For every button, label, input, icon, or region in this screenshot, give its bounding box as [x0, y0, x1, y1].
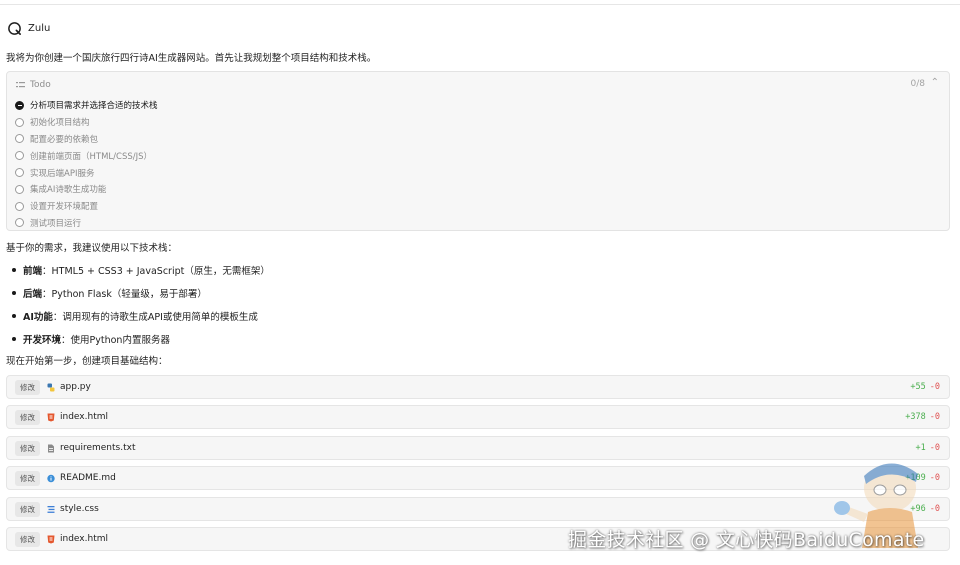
todo-item[interactable]: 配置必要的依赖包: [15, 131, 158, 148]
tech-stack-item: 开发环境 ：使用Python内置服务器: [6, 327, 270, 350]
css-icon: [47, 505, 55, 513]
file-change-row[interactable]: 修改 README.md +109-0: [6, 466, 950, 490]
text-file-icon: [48, 444, 54, 452]
step-text: 现在开始第一步，创建项目基础结构：: [6, 356, 168, 367]
list-icon: [16, 82, 25, 88]
tech-stack-list: 前端 ：HTML5 + CSS3 + JavaScript（原生，无需框架） 后端…: [6, 258, 270, 350]
recommendation-text: 基于你的需求，我建议使用以下技术栈：: [6, 243, 178, 254]
todo-item[interactable]: 创建前端页面（HTML/CSS/JS）: [15, 147, 158, 164]
agent-header: Zulu: [7, 21, 50, 36]
file-name: requirements.txt: [60, 443, 136, 453]
todo-status-icon: [15, 184, 24, 194]
file-change-row[interactable]: 修改 index.html +378 -0: [6, 405, 950, 429]
todo-item[interactable]: 初始化项目结构: [15, 114, 158, 131]
file-name: style.css: [60, 504, 99, 514]
todo-item[interactable]: 测试项目运行: [15, 215, 158, 232]
todo-item[interactable]: 分析项目需求并选择合适的技术栈: [15, 97, 158, 114]
todo-panel: Todo 0/8 ⌃ 分析项目需求并选择合适的技术栈 初始化项目结构 配置必要的…: [6, 71, 950, 231]
todo-list: 分析项目需求并选择合适的技术栈 初始化项目结构 配置必要的依赖包 创建前端页面（…: [15, 97, 158, 231]
chevron-up-icon[interactable]: ⌃: [931, 77, 939, 88]
watermark-text: 掘金技术社区 @ 文心快码BaiduComate: [568, 529, 925, 551]
agent-name: Zulu: [28, 23, 51, 34]
modify-tag: 修改: [15, 440, 40, 456]
diff-stats: +55 -0: [910, 382, 940, 392]
todo-header[interactable]: Todo 0/8 ⌃: [16, 77, 939, 91]
modify-tag: 修改: [15, 531, 40, 547]
todo-item[interactable]: 实现后端API服务: [15, 164, 158, 181]
file-name: index.html: [60, 534, 108, 544]
html-icon: [47, 413, 55, 421]
info-icon: [47, 474, 55, 482]
todo-status-icon: [15, 134, 24, 144]
tech-stack-item: 后端 ：Python Flask（轻量级，易于部署）: [6, 281, 270, 304]
modify-tag: 修改: [15, 501, 40, 517]
zulu-logo-icon: [8, 22, 21, 35]
todo-status-icon: [15, 168, 24, 178]
diff-stats: +378 -0: [905, 412, 940, 422]
intro-message: 我将为你创建一个国庆旅行四行诗AI生成器网站。首先让我规划整个项目结构和技术栈。: [6, 53, 377, 64]
todo-status-icon: [15, 100, 24, 110]
file-change-row[interactable]: 修改 app.py +55 -0: [6, 375, 950, 399]
todo-item[interactable]: 集成AI诗歌生成功能: [15, 181, 158, 198]
file-change-row[interactable]: 修改 style.css +96 -0: [6, 497, 950, 521]
todo-title: Todo: [30, 80, 51, 90]
file-change-row[interactable]: 修改 requirements.txt +1 -0: [6, 436, 950, 460]
modify-tag: 修改: [15, 470, 40, 486]
html-icon: [47, 535, 55, 543]
file-name: index.html: [60, 412, 108, 422]
todo-status-icon: [15, 117, 24, 127]
todo-progress-count: 0/8: [910, 79, 925, 89]
top-divider: [0, 4, 960, 5]
tech-stack-item: 前端 ：HTML5 + CSS3 + JavaScript（原生，无需框架）: [6, 258, 270, 281]
python-icon: [47, 383, 55, 391]
todo-status-icon: [15, 201, 24, 211]
todo-item[interactable]: 设置开发环境配置: [15, 198, 158, 215]
modify-tag: 修改: [15, 379, 40, 395]
modify-tag: 修改: [15, 409, 40, 425]
todo-status-icon: [15, 218, 24, 228]
todo-status-icon: [15, 151, 24, 161]
tech-stack-item: AI功能 ：调用现有的诗歌生成API或使用简单的模板生成: [6, 304, 270, 327]
file-name: app.py: [60, 382, 91, 392]
file-name: README.md: [60, 473, 116, 483]
